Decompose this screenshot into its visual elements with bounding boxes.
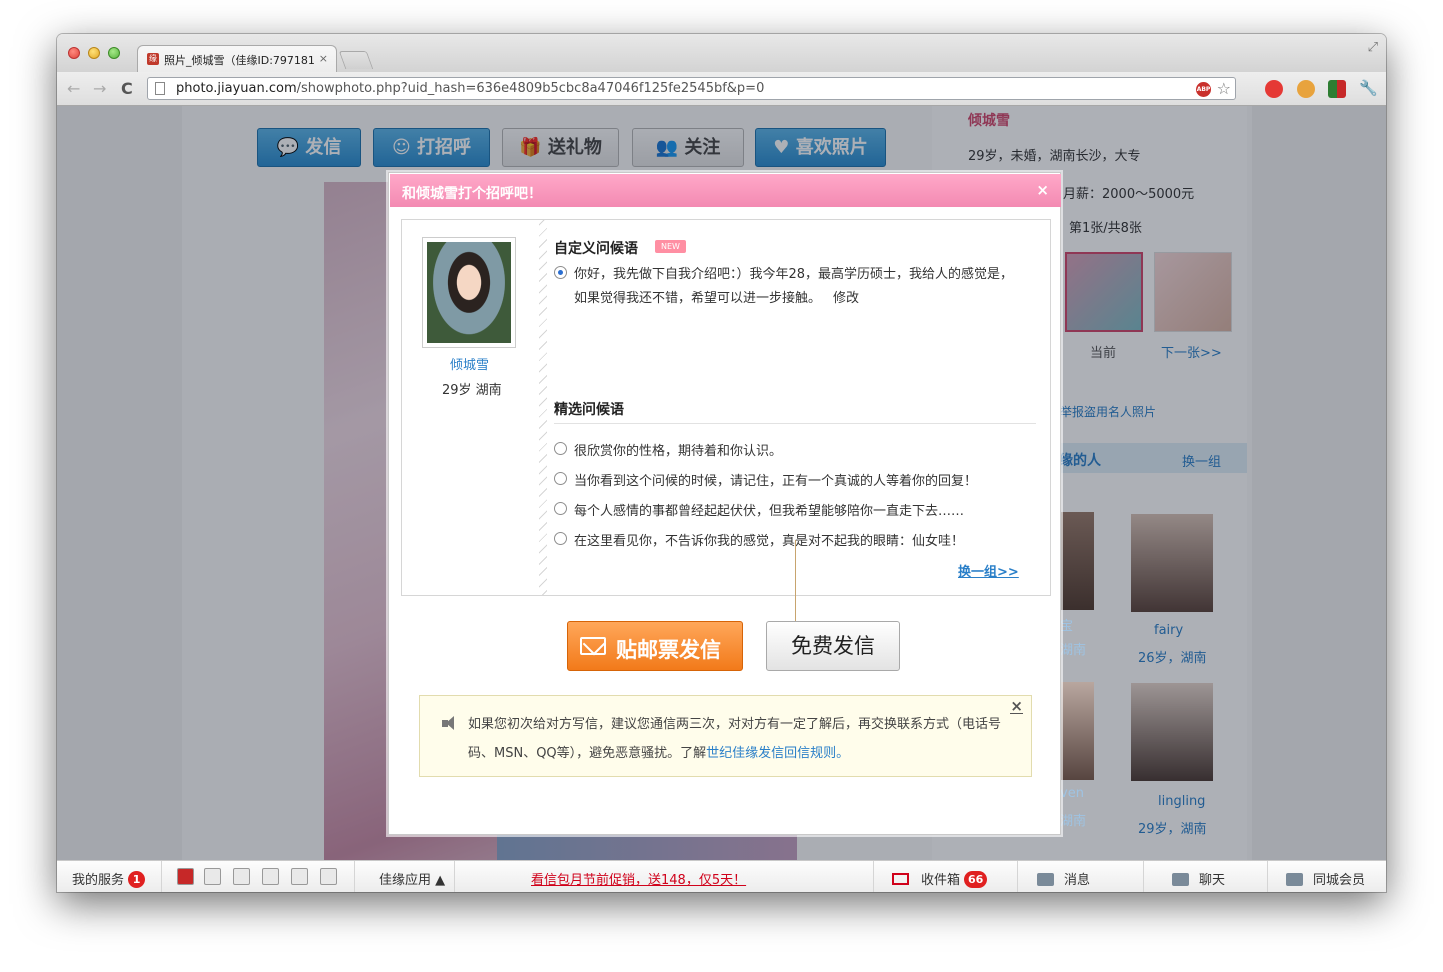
mail-tool-icon[interactable] xyxy=(262,868,279,885)
service-count-badge: 1 xyxy=(128,871,146,888)
extension-red-icon[interactable] xyxy=(1265,80,1283,98)
greeting-option-text[interactable]: 当你看到这个问候的时候，请记住，正有一个真诚的人等着你的回复！ xyxy=(574,470,977,489)
zoom-window-button[interactable] xyxy=(108,47,120,59)
rose-tool-icon[interactable] xyxy=(177,868,194,885)
wrench-icon[interactable]: 🔧 xyxy=(1359,79,1378,97)
speaker-icon xyxy=(442,716,460,730)
user-meta: 29岁 湖南 xyxy=(442,383,502,398)
browser-tab[interactable]: 缘 照片_倾城雪（佳缘ID:797181 × xyxy=(137,45,337,72)
tip-box: 如果您初次给对方写信，建议您通信两三次，对对方有一定了解后，再交换联系方式（电话… xyxy=(419,695,1032,777)
custom-greeting-radio[interactable] xyxy=(554,266,567,279)
address-bar[interactable]: photo.jiayuan.com/showphoto.php?uid_hash… xyxy=(147,77,1236,100)
avatar-image xyxy=(427,242,511,343)
tip-text: 如果您初次给对方写信，建议您通信两三次，对对方有一定了解后，再交换联系方式（电话… xyxy=(468,717,1002,761)
page-icon xyxy=(155,82,165,95)
stamp-send-button[interactable]: 贴邮票发信 xyxy=(567,621,743,671)
promo-link[interactable]: 看信包月节前促销，送148，仅5天！ xyxy=(531,869,746,888)
chat-tool-icon[interactable] xyxy=(204,868,221,885)
custom-greeting-text: 你好，我先做下自我介绍吧：）我今年28，最高学历硕士，我给人的感觉是，如果觉得我… xyxy=(574,267,1014,306)
megaphone-icon xyxy=(1037,873,1054,886)
forward-arrow-icon[interactable]: → xyxy=(93,79,106,98)
person-meta: 湖南 xyxy=(1060,643,1087,658)
new-tab-button[interactable] xyxy=(338,51,374,69)
my-service-button[interactable]: 我的服务 1 xyxy=(72,869,146,888)
apps-menu[interactable]: 佳缘应用 ▲ xyxy=(379,869,445,888)
new-badge: NEW xyxy=(655,240,686,253)
person-photo[interactable] xyxy=(1060,512,1094,610)
fullscreen-icon[interactable]: ⤢ xyxy=(1368,40,1378,55)
inbox-envelope-icon xyxy=(892,873,909,885)
separator xyxy=(1267,861,1268,892)
greeting-option-radio[interactable] xyxy=(554,502,567,515)
dialog-header: 和倾城雪打个招呼吧！ × xyxy=(390,174,1061,207)
greeting-option-text[interactable]: 在这里看见你，不告诉你我的感觉，真是对不起我的眼睛：仙女哇！ xyxy=(574,530,964,549)
edit-greeting-link[interactable]: 修改 xyxy=(833,291,859,306)
dialog-close-icon[interactable]: × xyxy=(1036,181,1049,199)
crown-tool-icon[interactable] xyxy=(233,868,250,885)
bottom-toolbar: 我的服务 1 佳缘应用 ▲ 看信包月节前促销，送148，仅5天！ 收件箱 66 消息… xyxy=(57,860,1386,892)
chat-bubble-icon xyxy=(1172,873,1189,886)
greeting-option-radio[interactable] xyxy=(554,532,567,545)
browser-window: 缘 照片_倾城雪（佳缘ID:797181 × ⤢ ← → C photo.jia… xyxy=(57,34,1386,892)
url-text[interactable]: photo.jiayuan.com/showphoto.php?uid_hash… xyxy=(176,81,764,96)
tab-close-icon[interactable]: × xyxy=(319,52,328,65)
divider xyxy=(539,220,547,595)
tab-title: 照片_倾城雪（佳缘ID:797181 xyxy=(164,54,315,67)
separator xyxy=(454,861,455,892)
messages-button[interactable]: 消息 xyxy=(1037,869,1090,888)
rules-link[interactable]: 世纪佳缘发信回信规则。 xyxy=(706,746,849,761)
separator xyxy=(161,861,162,892)
inbox-button[interactable]: 收件箱 66 xyxy=(892,869,988,888)
person-meta: 湖南 xyxy=(1060,814,1087,829)
custom-greeting-title: 自定义问候语 xyxy=(554,241,638,257)
adblock-icon[interactable]: ABP xyxy=(1196,82,1211,97)
greeting-option-radio[interactable] xyxy=(554,442,567,455)
swap-greetings-link[interactable]: 换一组>> xyxy=(958,561,1019,580)
upload-tool-icon[interactable] xyxy=(320,868,337,885)
dialog-title: 和倾城雪打个招呼吧！ xyxy=(402,186,542,202)
browser-toolbar: ← → C photo.jiayuan.com/showphoto.php?ui… xyxy=(57,72,1386,106)
separator xyxy=(354,861,355,892)
section-divider xyxy=(554,423,1036,424)
title-bar: 缘 照片_倾城雪（佳缘ID:797181 × ⤢ xyxy=(57,34,1386,72)
chat-button[interactable]: 聊天 xyxy=(1172,869,1225,888)
local-members-button[interactable]: 同城会员 xyxy=(1286,869,1365,888)
people-icon xyxy=(1286,873,1303,886)
separator xyxy=(1017,861,1018,892)
greeting-option-text[interactable]: 每个人感情的事都曾经起起伏伏，但我希望能够陪你一直走下去…… xyxy=(574,500,964,519)
extension-flag-icon[interactable] xyxy=(1328,80,1346,98)
greeting-option-radio[interactable] xyxy=(554,472,567,485)
envelope-icon xyxy=(580,637,606,655)
greeting-dialog: 和倾城雪打个招呼吧！ × 倾城雪 29岁 湖南 自定义问候语 NEW 你好，我先… xyxy=(388,172,1061,835)
separator xyxy=(873,861,874,892)
tip-close-icon[interactable]: × xyxy=(1010,699,1023,714)
user-name-link[interactable]: 倾城雪 xyxy=(450,354,489,373)
bookmark-star-icon[interactable]: ☆ xyxy=(1217,79,1231,98)
separator xyxy=(1143,861,1144,892)
free-send-button[interactable]: 免费发信 xyxy=(766,621,900,671)
site-favicon-icon: 缘 xyxy=(147,53,159,65)
back-arrow-icon[interactable]: ← xyxy=(67,79,80,98)
person-name[interactable]: ven xyxy=(1060,786,1084,801)
person-name[interactable]: 宝 xyxy=(1060,615,1073,634)
minimize-window-button[interactable] xyxy=(88,47,100,59)
extension-cookie-icon[interactable] xyxy=(1297,80,1315,98)
featured-greeting-title: 精选问候语 xyxy=(554,402,624,418)
calendar-tool-icon[interactable] xyxy=(291,868,308,885)
stamp-send-label: 贴邮票发信 xyxy=(616,638,721,662)
dialog-body: 倾城雪 29岁 湖南 自定义问候语 NEW 你好，我先做下自我介绍吧：）我今年2… xyxy=(401,219,1051,650)
person-photo[interactable] xyxy=(1060,682,1094,780)
avatar[interactable] xyxy=(422,237,516,348)
close-window-button[interactable] xyxy=(68,47,80,59)
reload-icon[interactable]: C xyxy=(121,79,133,98)
greeting-option-text[interactable]: 很欣赏你的性格，期待着和你认识。 xyxy=(574,440,782,459)
inbox-count-badge: 66 xyxy=(964,871,988,888)
